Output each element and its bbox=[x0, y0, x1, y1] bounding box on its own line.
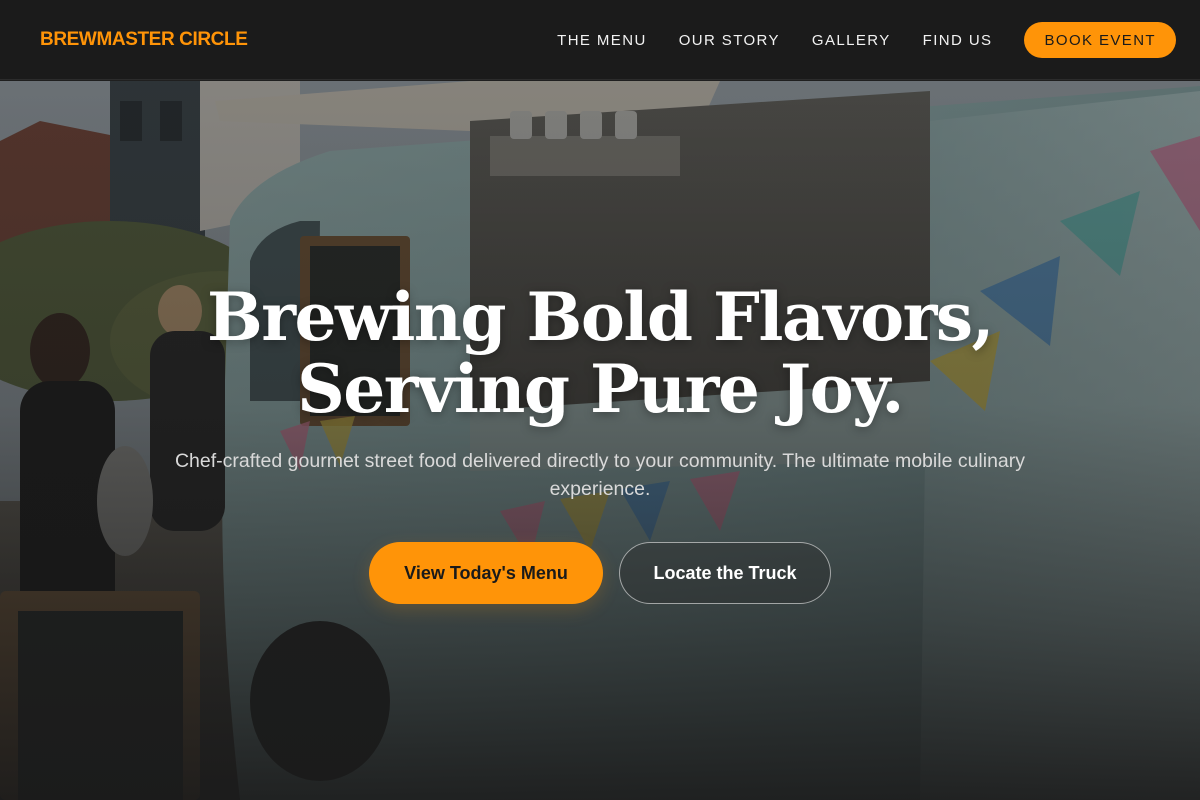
nav-link-gallery[interactable]: GALLERY bbox=[812, 32, 891, 49]
hero-headline-line-2: Serving Pure Joy. bbox=[297, 350, 904, 428]
brand-logo[interactable]: BREWMASTER CIRCLE bbox=[40, 27, 248, 53]
nav-link-the-menu[interactable]: THE MENU bbox=[557, 32, 647, 49]
nav-link-find-us[interactable]: FIND US bbox=[923, 32, 993, 49]
book-event-button[interactable]: BOOK EVENT bbox=[1024, 22, 1176, 58]
hero-section: Brewing Bold Flavors, Serving Pure Joy. … bbox=[0, 81, 1200, 800]
hero-subheading: Chef-crafted gourmet street food deliver… bbox=[174, 450, 1026, 500]
hero-headline-line-1: Brewing Bold Flavors, bbox=[206, 278, 995, 356]
nav-links: THE MENU OUR STORY GALLERY FIND US BOOK … bbox=[557, 22, 1176, 58]
hero-headline: Brewing Bold Flavors, Serving Pure Joy. bbox=[100, 281, 1100, 425]
view-menu-button[interactable]: View Today's Menu bbox=[369, 542, 603, 604]
hero-cta-group: View Today's Menu Locate the Truck bbox=[0, 542, 1200, 604]
top-navbar: BREWMASTER CIRCLE THE MENU OUR STORY GAL… bbox=[0, 0, 1200, 80]
hero-content: Brewing Bold Flavors, Serving Pure Joy. … bbox=[0, 81, 1200, 800]
locate-truck-button[interactable]: Locate the Truck bbox=[619, 542, 831, 604]
nav-link-our-story[interactable]: OUR STORY bbox=[679, 32, 780, 49]
